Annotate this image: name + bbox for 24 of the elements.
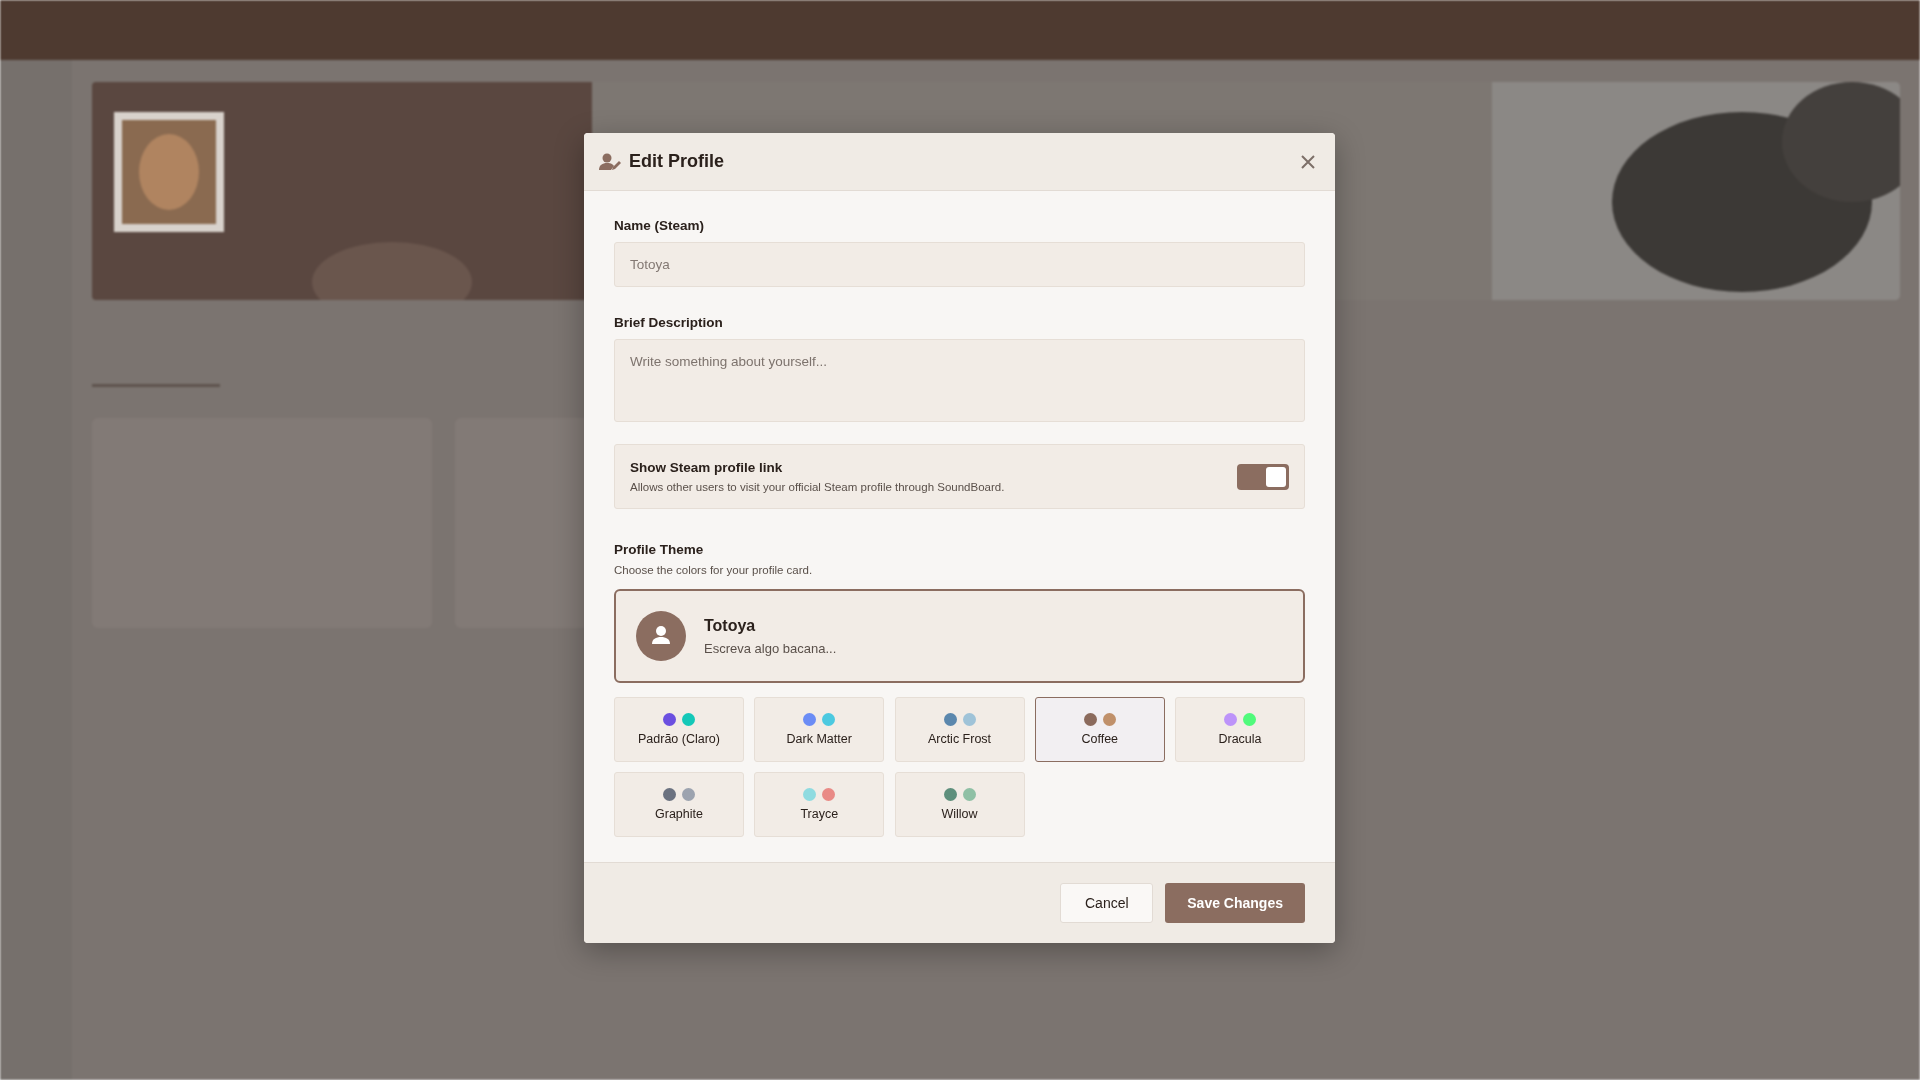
section-subtitle: Choose the colors for your profile card. [614,564,814,576]
preview-name: Totoya [704,616,756,635]
theme-option[interactable]: Willow [894,772,1025,837]
save-button[interactable]: Save Changes [1165,883,1305,923]
toggle-switch[interactable] [1237,463,1289,490]
theme-option[interactable]: Graphite [614,772,744,837]
user-edit-icon [599,152,623,171]
theme-option[interactable]: Dark Matter [754,697,885,762]
avatar-icon [636,611,686,661]
theme-option[interactable]: Trayce [754,772,885,837]
preview-bio: Escreva algo bacana... [704,640,837,656]
field-label: Brief Description [614,315,724,330]
setting-description: Allows other users to visit your official Steam profile through SoundBoard. [630,481,1005,493]
cancel-button[interactable]: Cancel [1060,883,1154,923]
theme-option[interactable]: Dracula [1175,697,1305,762]
setting-title: Show Steam profile link [630,460,783,475]
description-field[interactable]: Write something about yourself... [614,339,1305,422]
theme-option[interactable]: Coffee [1034,697,1165,762]
section-title: Profile Theme [614,542,705,557]
field-label: Name (Steam) [614,218,706,233]
close-icon[interactable] [1299,152,1317,171]
theme-option[interactable]: Arctic Frost [894,697,1025,762]
dialog-title: Edit Profile [629,151,725,172]
theme-option[interactable]: Padrão (Claro) [614,697,744,762]
